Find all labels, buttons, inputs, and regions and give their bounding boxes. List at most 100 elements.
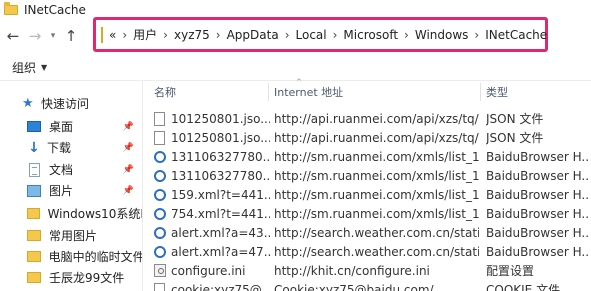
sidebar-item-desktop[interactable]: 桌面 📌 xyxy=(0,116,142,137)
sidebar-item-label: 桌面 xyxy=(49,120,74,134)
sidebar-item-label: 壬辰龙99文件 xyxy=(49,271,125,285)
folder-icon xyxy=(27,272,41,283)
chevron-right-icon: › xyxy=(215,27,221,42)
breadcrumb-item[interactable]: Local xyxy=(296,28,327,42)
breadcrumb-item[interactable]: INetCache xyxy=(485,28,547,42)
file-name: alert.xml?a=43... xyxy=(171,225,270,240)
breadcrumb-item[interactable]: 用户 xyxy=(133,26,157,43)
file-type: BaiduBrowser H... xyxy=(486,206,590,221)
desktop-icon xyxy=(27,121,41,132)
sidebar-item-label: 图片 xyxy=(49,184,74,198)
organize-button[interactable]: 组织 ▼ xyxy=(12,59,47,76)
file-url: http://sm.ruanmei.com/xmls/list_1/so... xyxy=(274,187,479,202)
column-header-name[interactable]: 名称 xyxy=(154,81,264,103)
pin-icon[interactable]: 📌 xyxy=(123,165,134,175)
file-name: cookie:xyz75@... xyxy=(171,282,270,291)
file-name: 101250801.jso... xyxy=(171,130,270,145)
json-file-icon xyxy=(154,130,165,145)
chevron-right-icon: › xyxy=(163,27,168,42)
breadcrumb-item[interactable]: AppData xyxy=(227,28,279,42)
arrow-right-icon[interactable]: → xyxy=(24,25,46,47)
download-icon: ↓ xyxy=(28,139,40,156)
breadcrumb-item[interactable]: Microsoft xyxy=(343,28,398,42)
file-url: http://search.weather.com.cn/static/x... xyxy=(274,225,479,240)
file-type: 配置设置 xyxy=(486,264,535,278)
file-type: COOKIE 文件 xyxy=(486,283,561,291)
file-row[interactable]: configure.ini http://khit.cn/configure.i… xyxy=(144,261,591,280)
file-type: JSON 文件 xyxy=(486,131,544,145)
file-row[interactable]: 754.xml?t=441... http://sm.ruanmei.com/x… xyxy=(144,204,591,223)
file-row[interactable]: 101250801.jso... http://api.ruanmei.com/… xyxy=(144,128,591,147)
sidebar-item-label: 电脑中的临时文件 xyxy=(48,250,142,264)
file-name: 101250801.jso... xyxy=(171,111,270,126)
chevron-right-icon: › xyxy=(284,27,290,42)
file-type: JSON 文件 xyxy=(486,112,544,126)
file-row[interactable]: alert.xml?a=43... http://search.weather.… xyxy=(144,223,591,242)
pin-icon[interactable]: 📌 xyxy=(123,122,134,132)
chevron-down-icon[interactable]: ▾ xyxy=(46,25,60,47)
xml-file-icon xyxy=(154,188,166,201)
sidebar-item-pictures[interactable]: 图片 📌 xyxy=(0,180,142,201)
file-name: 159.xml?t=441... xyxy=(171,187,270,202)
file-url: http://sm.ruanmei.com/xmls/list_1/up... xyxy=(274,149,479,164)
sidebar-item-common-pictures[interactable]: 常用图片 xyxy=(0,225,142,246)
address-bar[interactable]: « › 用户 › xyz75 › AppData › Local › Micro… xyxy=(93,17,548,52)
file-url: Cookie:xyz75@baidu.com/ xyxy=(274,282,434,291)
folder-icon xyxy=(4,2,18,15)
star-icon: ★ xyxy=(22,96,34,111)
sidebar-item-label: 常用图片 xyxy=(49,229,98,243)
file-url: http://sm.ruanmei.com/xmls/list_1/up... xyxy=(274,168,479,183)
command-toolbar: 组织 ▼ xyxy=(0,54,591,80)
pin-icon[interactable]: 📌 xyxy=(123,143,134,153)
sidebar-item-label: Windows10系统Ec xyxy=(47,207,142,221)
column-header-url[interactable]: Internet 地址 xyxy=(274,81,474,103)
file-row[interactable]: 131106327780... http://sm.ruanmei.com/xm… xyxy=(144,166,591,185)
organize-label: 组织 xyxy=(12,60,37,75)
cookie-file-icon xyxy=(154,282,165,291)
breadcrumb-item[interactable]: Windows xyxy=(415,28,469,42)
chevron-right-icon: › xyxy=(474,27,480,42)
settings-file-icon xyxy=(154,264,166,277)
file-url: http://sm.ruanmei.com/xmls/list_1/so... xyxy=(274,206,479,221)
arrow-left-icon[interactable]: ← xyxy=(2,25,24,47)
file-row[interactable]: 101250801.jso... http://api.ruanmei.com/… xyxy=(144,109,591,128)
file-type: BaiduBrowser H... xyxy=(486,187,590,202)
xml-file-icon xyxy=(154,207,166,220)
column-divider[interactable] xyxy=(480,83,481,101)
json-file-icon xyxy=(154,111,165,126)
file-type: BaiduBrowser H... xyxy=(486,149,590,164)
sidebar-item-temp-files[interactable]: 电脑中的临时文件 xyxy=(0,246,142,267)
sidebar-item-quick-access[interactable]: ★ 快速访问 xyxy=(0,93,142,114)
file-row[interactable]: 131106327780... http://sm.ruanmei.com/xm… xyxy=(144,147,591,166)
file-name: alert.xml?a=47... xyxy=(171,244,270,259)
chevron-right-icon: › xyxy=(122,27,128,42)
sidebar-item-label: 快速访问 xyxy=(41,97,90,111)
file-url: http://search.weather.com.cn/static/x... xyxy=(274,244,479,259)
folder-icon xyxy=(101,26,103,43)
breadcrumb-item[interactable]: xyz75 xyxy=(174,28,210,42)
column-header-type[interactable]: 类型 xyxy=(486,81,586,103)
folder-icon xyxy=(27,230,41,241)
arrow-up-icon[interactable]: ↑ xyxy=(60,25,82,47)
file-row[interactable]: alert.xml?a=47... http://search.weather.… xyxy=(144,242,591,261)
sidebar-item-documents[interactable]: 文档 📌 xyxy=(0,159,142,180)
sidebar-item-windows10-folder[interactable]: Windows10系统Ec xyxy=(0,203,142,224)
navigation-pane: ★ 快速访问 桌面 📌 ↓ 下载 📌 文档 📌 图片 📌 Windows10系统… xyxy=(0,81,143,291)
file-row[interactable]: cookie:xyz75@... Cookie:xyz75@baidu.com/… xyxy=(144,280,591,291)
sidebar-item-renchen-folder[interactable]: 壬辰龙99文件 xyxy=(0,267,142,288)
column-divider[interactable] xyxy=(268,83,269,101)
file-name: 754.xml?t=441... xyxy=(171,206,270,221)
pin-icon[interactable]: 📌 xyxy=(123,186,134,196)
file-type: BaiduBrowser H... xyxy=(486,225,590,240)
file-row[interactable]: 159.xml?t=441... http://sm.ruanmei.com/x… xyxy=(144,185,591,204)
file-url: http://khit.cn/configure.ini xyxy=(274,263,430,278)
file-name: 131106327780... xyxy=(171,168,270,183)
folder-icon xyxy=(27,208,40,219)
breadcrumb-overflow[interactable]: « xyxy=(109,28,116,42)
sidebar-item-label: 文档 xyxy=(49,163,74,177)
sidebar-item-downloads[interactable]: ↓ 下载 📌 xyxy=(0,137,142,158)
xml-file-icon xyxy=(154,150,166,163)
folder-icon xyxy=(27,251,41,262)
picture-icon xyxy=(27,184,41,197)
chevron-right-icon: › xyxy=(404,27,409,42)
